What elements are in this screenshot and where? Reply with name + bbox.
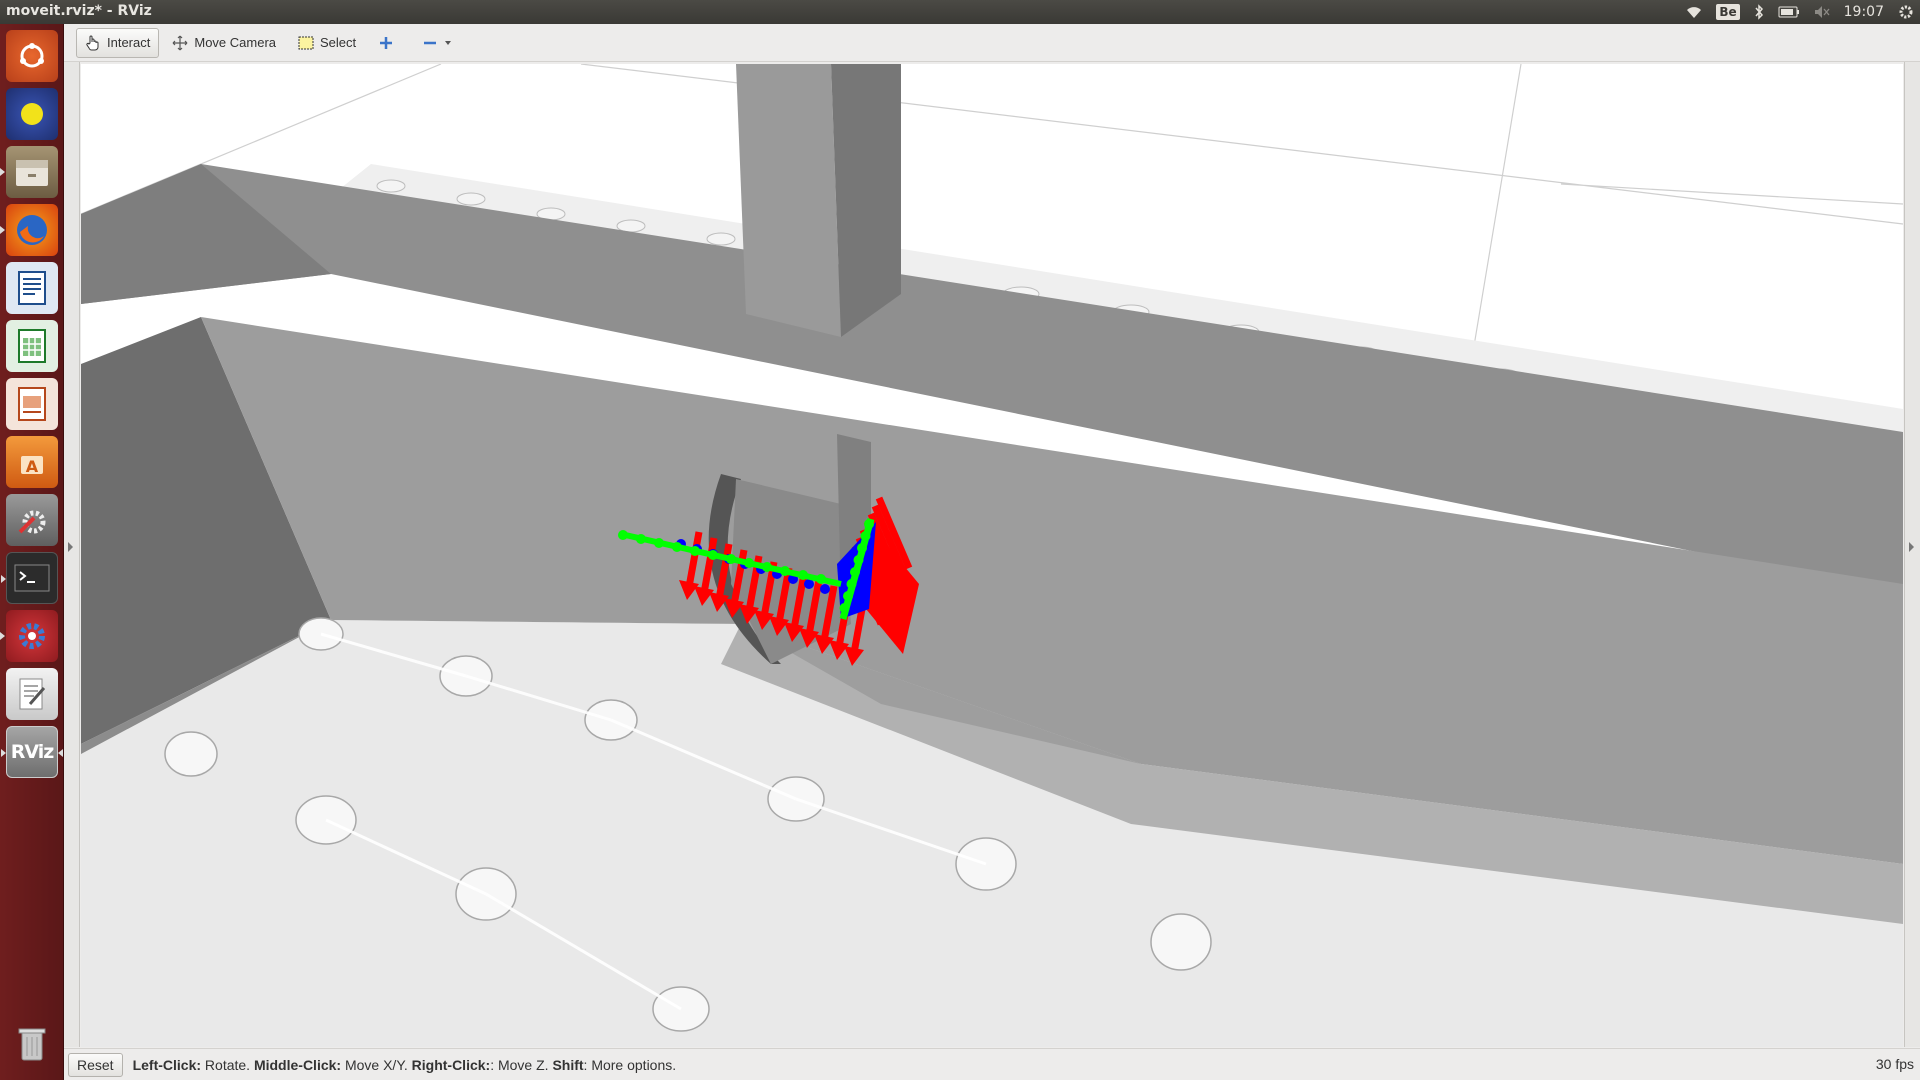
window-title: moveit.rviz* - RViz	[6, 3, 152, 19]
plus-icon	[378, 35, 394, 51]
status-middle-click-key: Middle-Click:	[253, 1056, 342, 1073]
unity-launcher: A RViz	[0, 24, 64, 1080]
move-arrows-icon	[172, 35, 188, 51]
green-arrow-tip	[690, 546, 700, 556]
fps-counter: 30 fps	[1875, 1056, 1914, 1072]
pillar-side	[831, 64, 901, 337]
files-icon[interactable]	[0, 146, 58, 198]
svg-text:A: A	[26, 457, 39, 476]
move-camera-label: Move Camera	[194, 35, 276, 50]
status-shift-key: Shift	[552, 1056, 584, 1073]
scene-render	[81, 64, 1903, 1047]
rviz-window: Interact Move Camera Select Reset Left-C…	[64, 24, 1920, 1080]
green-arrow-tip	[708, 550, 718, 560]
trash-icon[interactable]	[6, 1018, 58, 1070]
select-tool-button[interactable]: Select	[289, 28, 365, 58]
expand-left-arrow-icon	[68, 542, 73, 552]
status-right-click-text: : Move Z.	[490, 1056, 553, 1073]
status-middle-click-text: Move X/Y.	[341, 1056, 412, 1073]
clock[interactable]: 19:07	[1844, 4, 1884, 20]
green-arrow-tip	[850, 567, 860, 577]
libreoffice-impress-icon[interactable]	[6, 378, 58, 430]
libreoffice-writer-icon[interactable]	[6, 262, 58, 314]
green-arrow-tip	[780, 566, 790, 576]
green-arrow-tip	[762, 562, 772, 572]
top-panel: moveit.rviz* - RViz Be 19:07	[0, 0, 1920, 24]
firefox-icon[interactable]	[0, 204, 58, 256]
volume-muted-icon[interactable]	[1814, 5, 1830, 19]
select-box-icon	[298, 35, 314, 51]
green-arrow-tip	[672, 542, 682, 552]
green-arrow-tip	[744, 558, 754, 568]
green-arrow-tip	[654, 538, 664, 548]
green-arrow-tip	[618, 530, 628, 540]
status-shift-text: : More options.	[583, 1056, 677, 1073]
status-message: Left-Click: Rotate. Middle-Click: Move X…	[133, 1057, 677, 1073]
status-right-click-key: Right-Click:	[411, 1056, 491, 1073]
green-arrow-tip	[816, 574, 826, 584]
interact-label: Interact	[107, 35, 151, 50]
system-settings-icon[interactable]	[6, 494, 58, 546]
status-bar: Reset Left-Click: Rotate. Middle-Click: …	[64, 1048, 1920, 1080]
interact-tool-button[interactable]: Interact	[76, 27, 160, 58]
green-arrow-tip	[798, 570, 808, 580]
system-monitor-icon[interactable]	[6, 88, 58, 140]
settings-gear-icon[interactable]	[1898, 4, 1914, 20]
pillar-front	[736, 64, 841, 337]
terminal-icon[interactable]	[1, 552, 58, 604]
green-arrow-tip	[839, 603, 850, 613]
select-label: Select	[320, 35, 357, 50]
status-left-click-text: Rotate.	[201, 1056, 254, 1073]
moveit-setup-icon[interactable]	[0, 610, 58, 662]
text-editor-icon[interactable]	[6, 668, 58, 720]
dash-home-icon[interactable]	[6, 30, 58, 82]
green-arrow-tip	[860, 531, 871, 541]
indicator-area: Be 19:07	[1686, 0, 1914, 24]
rviz-icon[interactable]: RViz	[1, 726, 63, 778]
expand-right-arrow-icon	[1909, 542, 1914, 552]
green-arrow-tip	[846, 579, 857, 589]
green-arrow-tip	[857, 543, 867, 553]
move-camera-tool-button[interactable]: Move Camera	[163, 28, 285, 58]
libreoffice-calc-icon[interactable]	[6, 320, 58, 372]
software-center-icon[interactable]: A	[6, 436, 58, 488]
green-arrow-tip	[864, 519, 874, 529]
wifi-icon[interactable]	[1686, 5, 1702, 19]
reset-button[interactable]: Reset	[68, 1052, 123, 1077]
rviz-launcher-label: RViz	[10, 741, 55, 763]
left-panel-handle[interactable]	[64, 62, 80, 1047]
rviz-toolbar: Interact Move Camera Select	[64, 24, 1920, 62]
green-arrow-tip	[843, 591, 853, 601]
green-arrow-tip	[853, 555, 864, 565]
blue-arrow-tip	[820, 584, 830, 594]
battery-icon[interactable]	[1778, 6, 1800, 18]
green-arrow-tip	[636, 534, 646, 544]
remove-tool-button[interactable]	[413, 28, 461, 58]
3d-render-viewport[interactable]	[81, 64, 1903, 1047]
add-tool-button[interactable]	[369, 28, 403, 58]
keyboard-icon[interactable]: Be	[1716, 4, 1740, 20]
hand-pointer-icon	[85, 35, 101, 51]
keyboard-layout-label: Be	[1716, 4, 1740, 20]
minus-icon	[422, 35, 438, 51]
right-panel-handle[interactable]	[1904, 62, 1920, 1047]
bluetooth-icon[interactable]	[1754, 4, 1764, 20]
status-left-click-key: Left-Click:	[132, 1056, 202, 1073]
green-arrow-tip	[726, 554, 736, 564]
dropdown-arrow-icon	[444, 35, 452, 51]
